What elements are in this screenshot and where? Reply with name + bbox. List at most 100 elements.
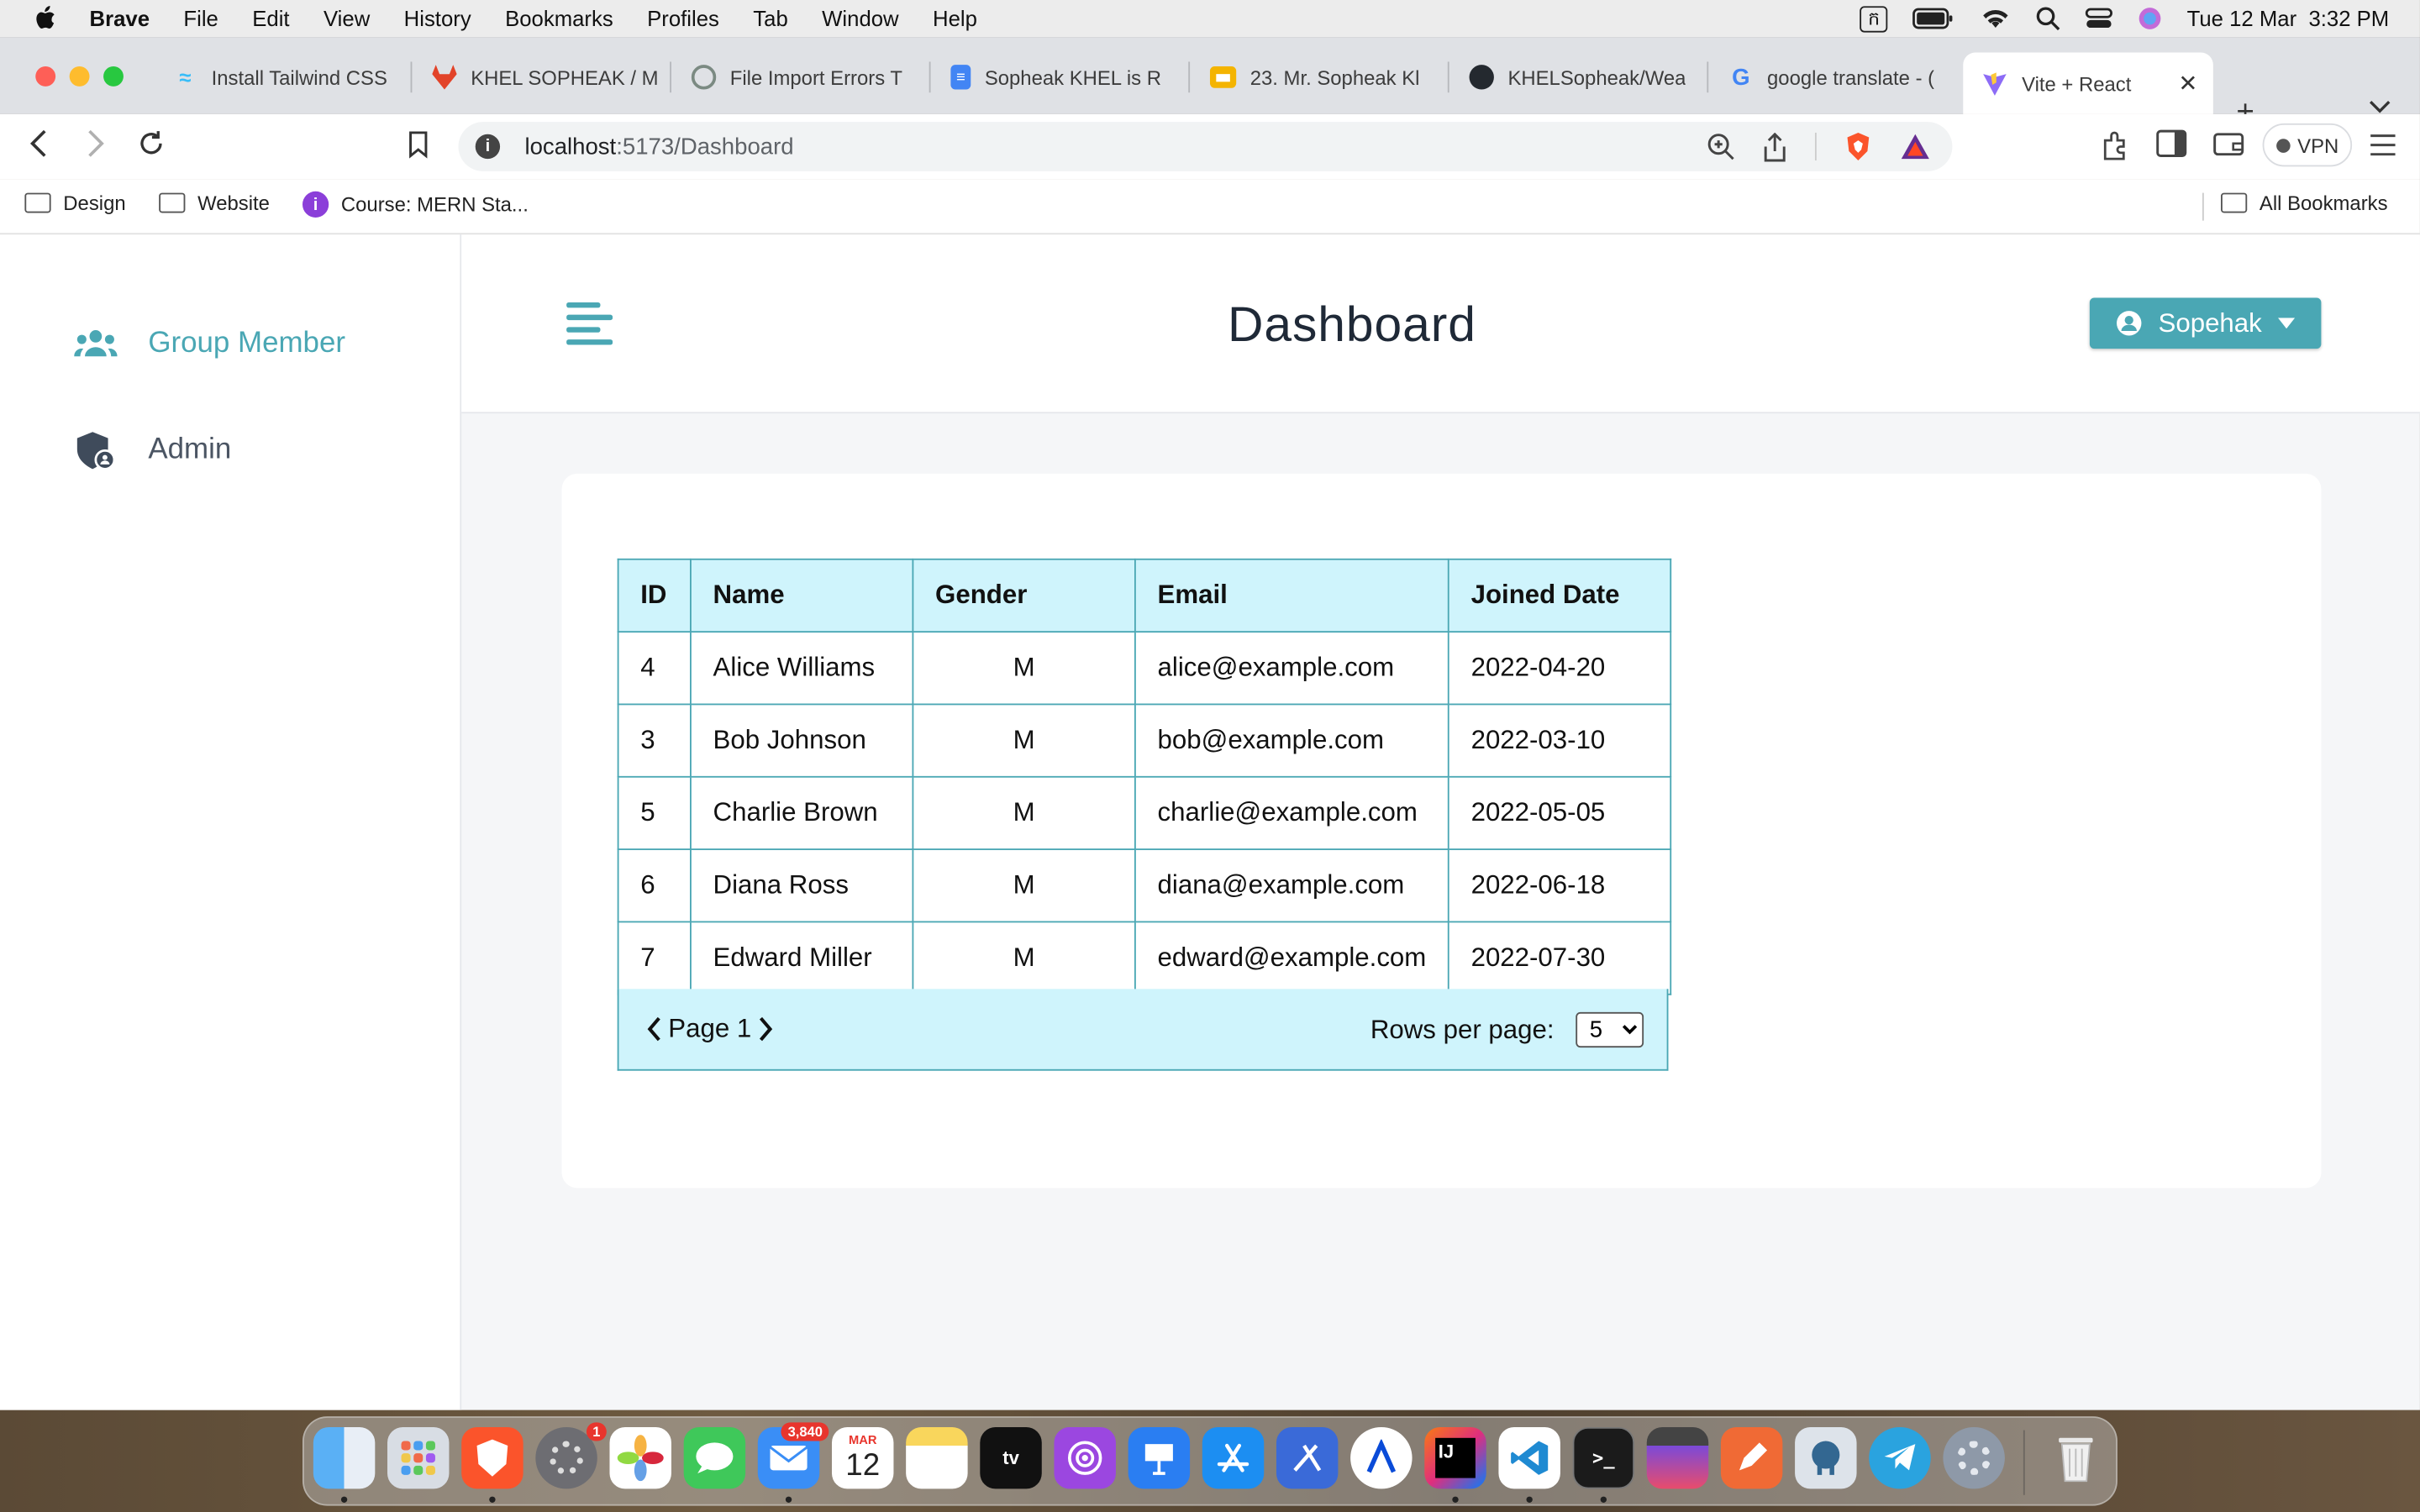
window-zoom-button[interactable] — [103, 66, 124, 87]
siri-icon[interactable] — [2138, 6, 2162, 30]
mail-icon[interactable]: 3,840 — [757, 1422, 829, 1489]
menu-app-name[interactable]: Brave — [90, 6, 150, 30]
menu-bookmarks[interactable]: Bookmarks — [505, 6, 613, 30]
back-icon[interactable] — [28, 129, 50, 157]
column-header-email[interactable]: Email — [1134, 558, 1449, 633]
column-header-name[interactable]: Name — [690, 558, 914, 633]
menu-history[interactable]: History — [404, 6, 471, 30]
table-row[interactable]: 6 Diana Ross M diana@example.com 2022-06… — [617, 848, 1672, 923]
wifi-icon[interactable] — [1981, 6, 2012, 30]
tab-install-tailwind[interactable]: ≈ Install Tailwind CSS — [155, 52, 411, 102]
battery-icon[interactable] — [1912, 8, 1955, 29]
menu-view[interactable]: View — [324, 6, 370, 30]
chevron-left-icon[interactable] — [647, 1016, 662, 1042]
tab-github[interactable]: KHELSopheak/Wea — [1450, 52, 1707, 102]
tab-vite-react[interactable]: Vite + React ✕ — [1963, 52, 2213, 114]
cell-email: diana@example.com — [1134, 848, 1449, 923]
site-info-icon[interactable]: i — [475, 134, 501, 160]
rows-per-page-select[interactable]: 5 — [1576, 1011, 1644, 1048]
address-bar[interactable]: i localhost:5173/Dashboard — [458, 122, 1953, 171]
apple-tv-icon[interactable]: tv — [980, 1426, 1042, 1489]
terminal-icon[interactable]: >_ — [1572, 1426, 1635, 1489]
app-store-icon[interactable] — [1202, 1426, 1265, 1489]
bookmark-course[interactable]: i Course: MERN Sta... — [302, 191, 529, 218]
table-row[interactable]: 5 Charlie Brown M charlie@example.com 20… — [617, 775, 1672, 851]
photos-icon[interactable] — [609, 1426, 671, 1489]
window-minimize-button[interactable] — [69, 66, 90, 87]
spotlight-search-icon[interactable] — [2036, 6, 2060, 31]
intellij-idea-icon[interactable]: IJ — [1424, 1426, 1486, 1489]
telegram-icon[interactable] — [1869, 1426, 1931, 1489]
bookmark-label: Course: MERN Sta... — [340, 192, 529, 217]
trash-icon[interactable] — [2045, 1427, 2107, 1488]
forward-icon[interactable] — [85, 129, 107, 157]
postgresql-icon[interactable] — [1795, 1426, 1857, 1489]
sidebar-item-group-member[interactable]: Group Member — [74, 327, 345, 360]
final-cut-pro-icon[interactable] — [1646, 1426, 1709, 1489]
tab-separator — [1707, 61, 1709, 93]
wallet-icon[interactable] — [2213, 129, 2244, 157]
sidebar-item-admin[interactable]: Admin — [74, 430, 231, 470]
cell-gender: M — [912, 775, 1136, 851]
user-menu-button[interactable]: Sopehak — [2089, 297, 2322, 349]
close-tab-icon[interactable]: ✕ — [2178, 70, 2197, 97]
tab-chatgpt[interactable]: File Import Errors T — [673, 52, 929, 102]
tab-google-translate[interactable]: G google translate - ( — [1710, 52, 1960, 102]
podcasts-icon[interactable] — [1054, 1426, 1116, 1489]
settings-gear-icon[interactable] — [1943, 1426, 2005, 1489]
launchpad-icon[interactable] — [387, 1426, 450, 1489]
sidebar-toggle-icon[interactable] — [2156, 129, 2187, 157]
system-settings-icon[interactable]: 1 — [535, 1422, 607, 1489]
brave-shields-icon[interactable] — [1844, 131, 1872, 162]
brave-rewards-icon[interactable] — [1900, 133, 1931, 160]
all-bookmarks-button[interactable]: All Bookmarks — [2221, 192, 2388, 214]
calendar-icon[interactable]: MAR 12 — [831, 1426, 894, 1489]
chevron-right-icon[interactable] — [758, 1016, 773, 1042]
cell-email: edward@example.com — [1134, 921, 1449, 995]
bookmark-design[interactable]: Design — [24, 192, 126, 214]
vscode-icon[interactable] — [1498, 1426, 1560, 1489]
apple-icon[interactable] — [31, 3, 62, 34]
menu-file[interactable]: File — [183, 6, 218, 30]
messages-icon[interactable] — [683, 1426, 746, 1489]
menu-edit[interactable]: Edit — [252, 6, 289, 30]
control-center-icon[interactable] — [2085, 6, 2113, 30]
table-row[interactable]: 7 Edward Miller M edward@example.com 202… — [617, 921, 1672, 995]
menu-profiles[interactable]: Profiles — [647, 6, 719, 30]
vpn-button[interactable]: VPN — [2262, 123, 2353, 167]
folder-icon — [2221, 192, 2248, 213]
table-row[interactable]: 3 Bob Johnson M bob@example.com 2022-03-… — [617, 703, 1672, 778]
input-source-icon[interactable]: ក — [1860, 5, 1888, 32]
window-close-button[interactable] — [35, 66, 56, 87]
tab-gitlab[interactable]: KHEL SOPHEAK / M — [413, 52, 670, 102]
reload-icon[interactable] — [137, 129, 165, 157]
zoom-icon[interactable] — [1707, 133, 1734, 160]
menu-help[interactable]: Help — [933, 6, 977, 30]
menu-datetime[interactable]: Tue 12 Mar 3:32 PM — [2187, 6, 2390, 30]
bookmark-website[interactable]: Website — [159, 192, 270, 214]
finder-icon[interactable] — [313, 1426, 376, 1489]
pen-tool-icon[interactable] — [1720, 1426, 1783, 1489]
tab-label: Vite + React — [2022, 71, 2132, 95]
table-row[interactable]: 4 Alice Williams M alice@example.com 202… — [617, 631, 1672, 706]
chatgpt-icon — [691, 65, 717, 90]
bookmark-icon[interactable] — [408, 131, 429, 159]
keynote-icon[interactable] — [1128, 1426, 1191, 1489]
creative-app-icon[interactable] — [1350, 1426, 1413, 1489]
tab-google-slides[interactable]: 23. Mr. Sopheak Kl — [1192, 52, 1448, 102]
menu-window[interactable]: Window — [822, 6, 898, 30]
chevron-down-icon[interactable] — [2369, 100, 2391, 114]
url-host: localhost — [524, 133, 617, 160]
xcode-icon[interactable] — [1276, 1426, 1339, 1489]
share-icon[interactable] — [1763, 132, 1787, 161]
column-header-id[interactable]: ID — [617, 558, 692, 633]
extensions-icon[interactable] — [2101, 129, 2132, 160]
notes-icon[interactable] — [906, 1426, 968, 1489]
brave-browser-icon[interactable] — [461, 1426, 523, 1489]
column-header-joined-date[interactable]: Joined Date — [1448, 558, 1672, 633]
tab-google-docs[interactable]: ≡ Sopheak KHEL is R — [932, 52, 1188, 102]
menu-tab[interactable]: Tab — [753, 6, 787, 30]
menu-icon[interactable] — [2369, 133, 2396, 157]
column-header-gender[interactable]: Gender — [912, 558, 1136, 633]
menu-bar: Brave File Edit View History Bookmarks P… — [0, 0, 2420, 38]
